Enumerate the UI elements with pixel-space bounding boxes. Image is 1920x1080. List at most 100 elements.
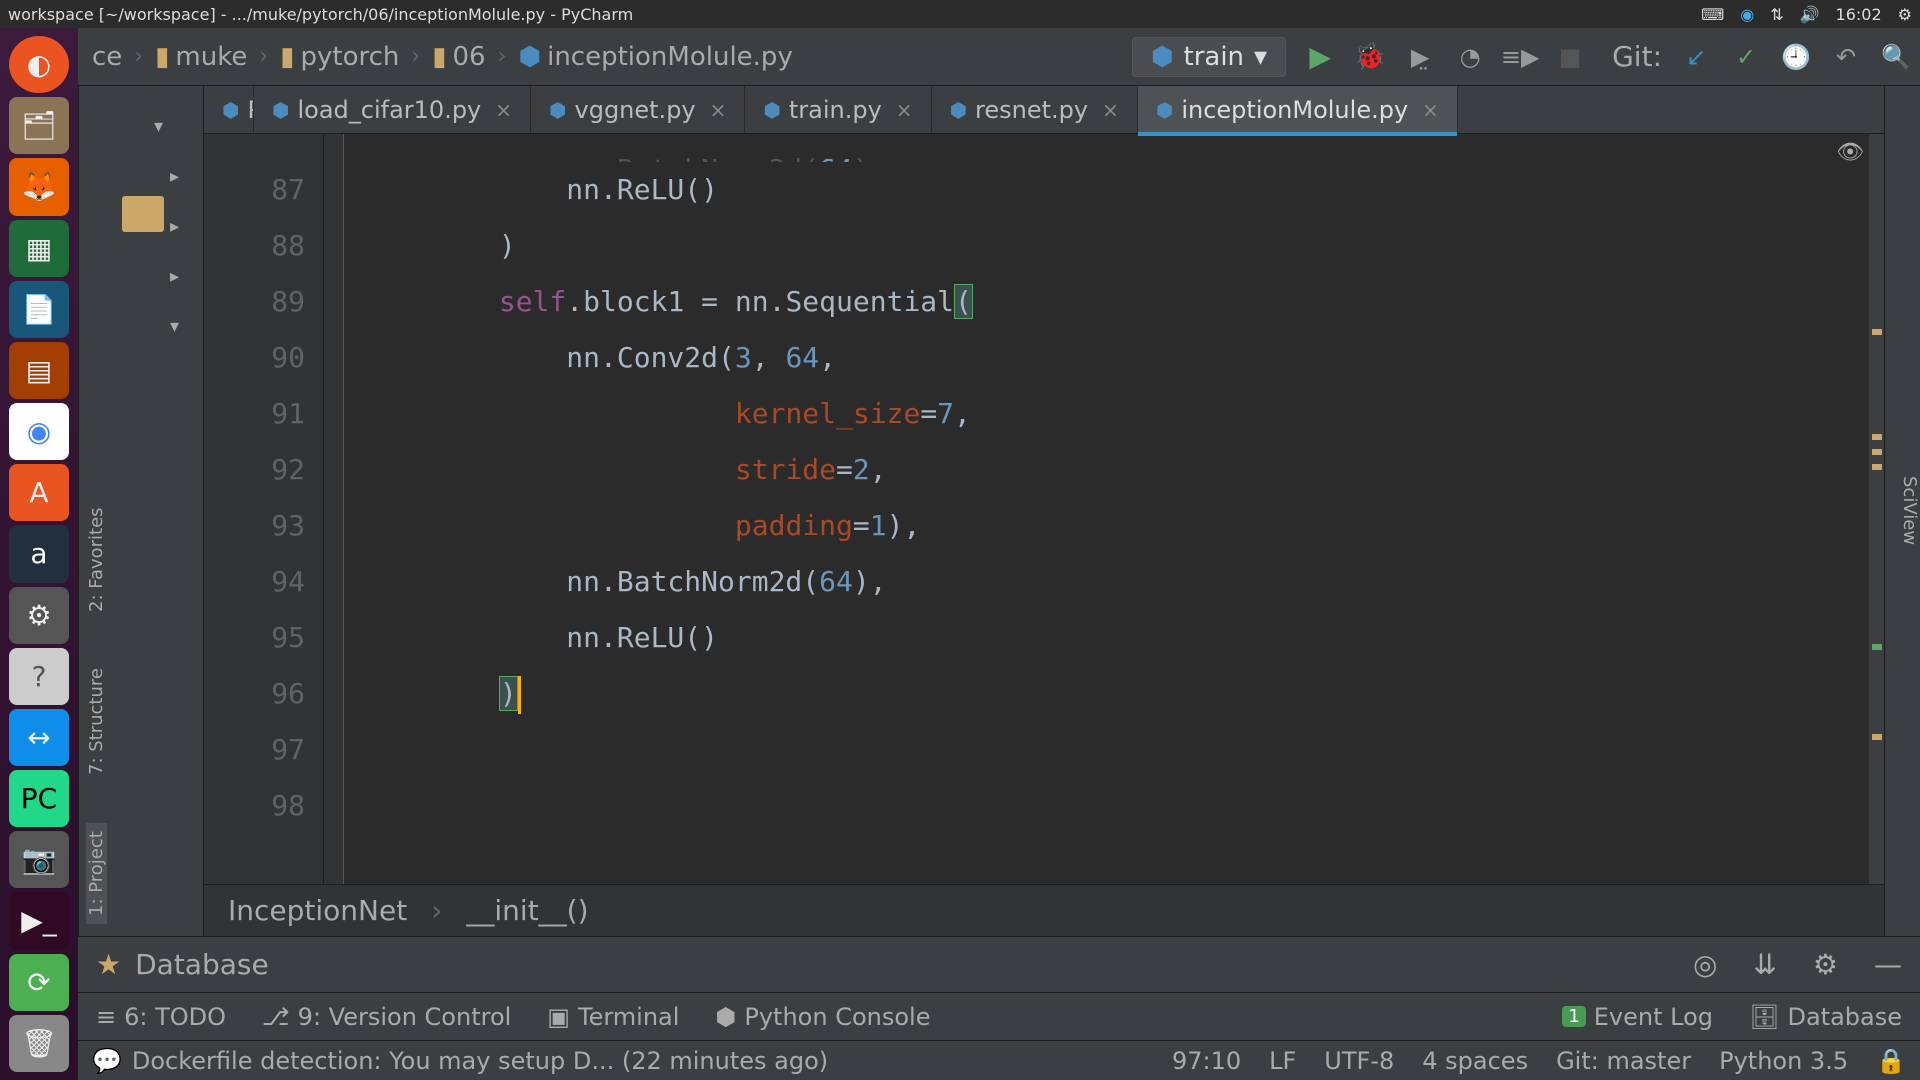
folder-icon[interactable] [122,196,164,232]
screenshot-icon[interactable]: 📷 [9,831,69,888]
files-icon[interactable]: 🗂 [9,97,69,154]
favorites-tool-button[interactable]: 2: Favorites [86,500,107,621]
editor-scrollbar[interactable]: 👁 [1868,134,1884,884]
project-tool-button[interactable]: 1: Project [86,823,107,924]
run-button[interactable]: ▶ [1304,41,1336,73]
settings-icon[interactable]: ⚙ [9,587,69,644]
git-revert-button[interactable]: ↶ [1830,41,1862,73]
structure-tool-button[interactable]: 7: Structure [86,660,107,783]
breadcrumb-segment[interactable]: ▮pytorch [274,42,405,72]
power-icon[interactable]: ⚙ [1898,5,1912,24]
line-separator[interactable]: LF [1269,1047,1296,1075]
database-icon: 🗄 [1749,1003,1779,1031]
updater-icon[interactable]: ⟳ [9,954,69,1011]
db-target-icon[interactable]: ◎ [1693,948,1717,981]
impress-icon[interactable]: ▤ [9,342,69,399]
terminal-icon[interactable]: ▶_ [9,892,69,949]
terminal-icon: ▣ [547,1003,570,1031]
chrome-icon[interactable]: ◉ [9,403,69,460]
tab-close-icon[interactable]: × [1102,98,1119,122]
chevron-right-icon: › [411,44,420,69]
database-tool-window[interactable]: ★ Database ◎ ⇊ ⚙ — [78,936,1920,992]
status-message[interactable]: 💬 Dockerfile detection: You may setup D.… [92,1047,1144,1075]
python-interpreter[interactable]: Python 3.5 [1719,1047,1848,1075]
debug-button[interactable]: 🐞 [1354,41,1386,73]
network-icon[interactable]: ⇅ [1770,5,1783,24]
tree-expand-icon[interactable]: ▸ [170,266,179,287]
folder-icon: ▮ [432,42,446,72]
code-content[interactable]: nn.BatchNorm2d(64), nn.ReLU() ) self.blo… [344,134,1868,884]
database-tool-button[interactable]: 🗄Database [1749,1003,1902,1031]
tab-close-icon[interactable]: × [896,98,913,122]
teamviewer-icon[interactable]: ↔ [9,709,69,766]
db-settings-icon[interactable]: ⚙ [1813,948,1838,981]
search-everywhere-button[interactable]: 🔍 [1880,41,1912,73]
run-toolbar: ⬢ train ▾ ▶ 🐞 ▶̤ ◔ ≡▶ ■ Git: ↙ ✓ 🕘 ↶ 🔍 [1132,37,1912,77]
tree-collapse-icon[interactable]: ▾ [154,116,163,137]
tab-label: vggnet.py [575,96,696,124]
breadcrumb-class[interactable]: InceptionNet [228,894,407,927]
sciview-tool-button[interactable]: SciView [1899,476,1920,545]
volume-icon[interactable]: 🔊 [1800,5,1820,24]
coverage-button[interactable]: ▶̤ [1404,41,1436,73]
db-hide-icon[interactable]: — [1874,948,1902,981]
tree-collapse-icon[interactable]: ▾ [170,316,179,337]
editor-tab[interactable]: ⬢inceptionMolule.py× [1138,86,1458,133]
lock-icon[interactable]: 🔒 [1876,1047,1906,1075]
trash-icon[interactable]: 🗑 [9,1015,69,1072]
terminal-tool-button[interactable]: ▣Terminal [547,1003,679,1031]
event-log-tool-button[interactable]: 1Event Log [1562,1003,1713,1031]
line-number-gutter[interactable]: 878889909192939495969798 [204,134,324,884]
profile-button[interactable]: ◔ [1454,41,1486,73]
inspection-eye-icon[interactable]: 👁 [1836,140,1864,165]
git-branch[interactable]: Git: master [1556,1047,1691,1075]
tab-close-icon[interactable]: × [1422,98,1439,122]
python-file-icon: ⬢ [549,98,566,122]
calc-icon[interactable]: ▦ [9,220,69,277]
editor-breadcrumbs: InceptionNet › __init__() [204,884,1884,936]
tree-expand-icon[interactable]: ▸ [170,166,179,187]
editor-body[interactable]: 878889909192939495969798 nn.BatchNorm2d(… [204,134,1884,884]
sync-icon[interactable]: ◉ [1740,5,1754,24]
breadcrumb-segment[interactable]: ▮06 [426,42,491,72]
git-update-button[interactable]: ↙ [1680,41,1712,73]
ubuntu-dash-icon[interactable]: ◐ [9,36,69,93]
git-history-button[interactable]: 🕘 [1780,41,1812,73]
amazon-icon[interactable]: a [9,525,69,582]
editor-tab[interactable]: ⬢load_cifar10.py× [254,86,531,133]
project-tool-window[interactable]: ▾ ▸ ▸ ▸ ▾ [114,86,204,936]
editor-tab[interactable]: ⬢P [204,86,254,133]
python-file-icon: ⬢ [272,98,289,122]
clock[interactable]: 16:02 [1836,5,1882,24]
indent-setting[interactable]: 4 spaces [1422,1047,1528,1075]
firefox-icon[interactable]: 🦊 [9,158,69,215]
python-file-icon: ⬢ [950,98,967,122]
vcs-tool-button[interactable]: ⎇9: Version Control [262,1003,511,1031]
concurrency-button[interactable]: ≡▶ [1504,41,1536,73]
help-icon[interactable]: ? [9,648,69,705]
fold-column[interactable] [324,134,344,884]
breadcrumb-method[interactable]: __init__() [466,894,588,927]
pycharm-icon[interactable]: PC [9,770,69,827]
todo-tool-button[interactable]: ≡6: TODO [96,1003,226,1031]
python-icon: ⬢ [715,1003,736,1031]
file-encoding[interactable]: UTF-8 [1324,1047,1394,1075]
git-commit-button[interactable]: ✓ [1730,41,1762,73]
tab-close-icon[interactable]: × [495,98,512,122]
editor-tab[interactable]: ⬢resnet.py× [932,86,1138,133]
breadcrumb-segment[interactable]: ▮muke [149,42,253,72]
db-collapse-icon[interactable]: ⇊ [1753,948,1776,981]
keyboard-icon[interactable]: ⌨ [1701,5,1724,24]
breadcrumb-segment[interactable]: ce [86,42,128,72]
caret-position[interactable]: 97:10 [1172,1047,1241,1075]
tree-expand-icon[interactable]: ▸ [170,216,179,237]
run-config-dropdown[interactable]: ⬢ train ▾ [1132,37,1286,77]
breadcrumb-file[interactable]: ⬢inceptionMolule.py [512,42,798,72]
editor-tab[interactable]: ⬢ vggnet.py × [531,86,745,133]
writer-icon[interactable]: 📄 [9,281,69,338]
python-console-tool-button[interactable]: ⬢Python Console [715,1003,930,1031]
editor-tab[interactable]: ⬢train.py× [745,86,931,133]
tab-close-icon[interactable]: × [710,98,727,122]
stop-button[interactable]: ■ [1554,41,1586,73]
software-icon[interactable]: A [9,464,69,521]
